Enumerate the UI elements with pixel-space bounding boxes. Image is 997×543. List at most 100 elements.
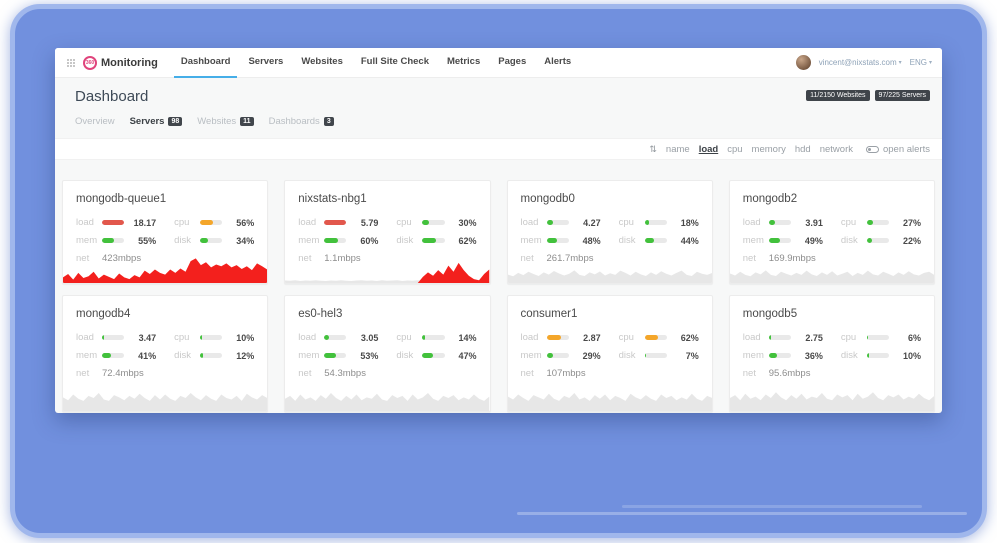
decorative-streak bbox=[517, 512, 967, 515]
sparkline-chart bbox=[730, 255, 934, 283]
tab-label: Overview bbox=[75, 116, 115, 127]
server-card-consumer1[interactable]: consumer1load2.87cpu62%mem29%disk7%net10… bbox=[507, 295, 713, 412]
server-name: mongodb4 bbox=[76, 308, 254, 320]
metric-bar-track bbox=[422, 335, 444, 340]
metric-bar-track bbox=[547, 335, 569, 340]
sort-option-hdd[interactable]: hdd bbox=[795, 144, 811, 155]
metric-row: load3.91cpu27% bbox=[743, 217, 921, 228]
language-label: ENG bbox=[910, 58, 927, 67]
metric-value-load: 3.47 bbox=[131, 333, 156, 343]
metric-value-mem: 41% bbox=[131, 351, 156, 361]
server-card-mongodb-queue1[interactable]: mongodb-queue1 load18.17cpu56% mem55%disk3… bbox=[62, 180, 268, 284]
nav-item-pages[interactable]: Pages bbox=[489, 48, 535, 78]
metric-label-load: load bbox=[76, 332, 102, 343]
nav-item-servers[interactable]: Servers bbox=[239, 48, 292, 78]
metric-label-mem: mem bbox=[521, 235, 547, 246]
metric-label-cpu: cpu bbox=[619, 217, 645, 228]
sort-option-load[interactable]: load bbox=[699, 144, 719, 155]
metric-value-disk: 62% bbox=[452, 236, 477, 246]
metric-bar-track bbox=[769, 353, 791, 358]
metric-bar-fill bbox=[645, 335, 659, 340]
metric-bar-track bbox=[867, 238, 889, 243]
metric-bar-fill bbox=[547, 335, 562, 340]
open-alerts-toggle[interactable]: open alerts bbox=[866, 144, 930, 155]
logo[interactable]: 360 Monitoring bbox=[83, 56, 158, 70]
metric-disk: disk7% bbox=[619, 350, 699, 361]
nav-item-metrics[interactable]: Metrics bbox=[438, 48, 489, 78]
sort-arrows-icon[interactable]: ⇅ bbox=[649, 144, 657, 155]
server-card-mongodb2[interactable]: mongodb2load3.91cpu27%mem49%disk22%net16… bbox=[729, 180, 935, 284]
metric-value-cpu: 56% bbox=[229, 218, 254, 228]
server-name: consumer1 bbox=[521, 308, 699, 320]
nav-item-alerts[interactable]: Alerts bbox=[535, 48, 580, 78]
server-name: mongodb-queue1 bbox=[76, 193, 254, 205]
metric-cpu: cpu6% bbox=[841, 332, 921, 343]
metric-value-disk: 10% bbox=[896, 351, 921, 361]
metric-bar-fill bbox=[547, 238, 558, 243]
metric-row: mem55%disk34% bbox=[76, 235, 254, 246]
metric-disk: disk62% bbox=[396, 235, 476, 246]
metric-bar-fill bbox=[547, 353, 553, 358]
server-card-mongodb4[interactable]: mongodb4load3.47cpu10%mem41%disk12%net72… bbox=[62, 295, 268, 412]
server-card-mongodb5[interactable]: mongodb5load2.75cpu6%mem36%disk10%net95.… bbox=[729, 295, 935, 412]
server-card-nixstats-nbg1[interactable]: nixstats-nbg1load5.79cpu30%mem60%disk62%… bbox=[284, 180, 490, 284]
nav-item-websites[interactable]: Websites bbox=[292, 48, 352, 78]
sparkline-chart bbox=[508, 255, 712, 283]
metric-bar-track bbox=[422, 238, 444, 243]
metric-label-disk: disk bbox=[841, 350, 867, 361]
tab-websites[interactable]: Websites11 bbox=[197, 116, 253, 127]
metric-disk: disk44% bbox=[619, 235, 699, 246]
sort-option-name[interactable]: name bbox=[666, 144, 690, 155]
top-nav: 360 Monitoring DashboardServersWebsitesF… bbox=[55, 48, 942, 78]
language-selector[interactable]: ENG ▾ bbox=[910, 58, 932, 67]
metric-bar-track bbox=[102, 353, 124, 358]
app-grid-icon[interactable] bbox=[67, 59, 75, 67]
metric-label-mem: mem bbox=[743, 350, 769, 361]
metric-bar-track bbox=[422, 353, 444, 358]
metric-label-mem: mem bbox=[743, 235, 769, 246]
metric-load: load3.05 bbox=[298, 332, 378, 343]
metric-disk: disk34% bbox=[174, 235, 254, 246]
sort-option-network[interactable]: network bbox=[820, 144, 853, 155]
nav-item-dashboard[interactable]: Dashboard bbox=[172, 48, 240, 78]
metric-value-disk: 7% bbox=[674, 351, 699, 361]
metric-row: mem36%disk10% bbox=[743, 350, 921, 361]
metric-bar-fill bbox=[102, 238, 114, 243]
sort-option-cpu[interactable]: cpu bbox=[727, 144, 742, 155]
metric-bar-track bbox=[769, 238, 791, 243]
metric-load: load2.75 bbox=[743, 332, 823, 343]
logo-360-icon: 360 bbox=[83, 56, 97, 70]
metric-bar-track bbox=[324, 238, 346, 243]
tab-dashboards[interactable]: Dashboards3 bbox=[269, 116, 334, 127]
server-card-mongodb0[interactable]: mongodb0load4.27cpu18%mem48%disk44%net26… bbox=[507, 180, 713, 284]
metric-row: load18.17cpu56% bbox=[76, 217, 254, 228]
metric-value-mem: 29% bbox=[576, 351, 601, 361]
metric-bar-fill bbox=[200, 353, 203, 358]
metric-bar-fill bbox=[769, 335, 771, 340]
metric-value-load: 5.79 bbox=[353, 218, 378, 228]
metric-load: load18.17 bbox=[76, 217, 156, 228]
metric-label-disk: disk bbox=[841, 235, 867, 246]
metric-cpu: cpu10% bbox=[174, 332, 254, 343]
nav-item-full-site-check[interactable]: Full Site Check bbox=[352, 48, 438, 78]
metric-bar-fill bbox=[769, 238, 780, 243]
metric-bar-track bbox=[102, 238, 124, 243]
tab-servers[interactable]: Servers98 bbox=[130, 116, 183, 127]
sort-option-memory[interactable]: memory bbox=[752, 144, 786, 155]
metric-value-cpu: 10% bbox=[229, 333, 254, 343]
websites-count-badge[interactable]: 11/2150 Websites bbox=[806, 90, 869, 101]
tab-overview[interactable]: Overview bbox=[75, 116, 115, 127]
account-email-dropdown[interactable]: vincent@nixstats.com ▾ bbox=[819, 58, 902, 67]
server-card-es0-hel3[interactable]: es0-hel3load3.05cpu14%mem53%disk47%net54… bbox=[284, 295, 490, 412]
stage: 360 Monitoring DashboardServersWebsitesF… bbox=[0, 0, 997, 543]
metric-mem: mem48% bbox=[521, 235, 601, 246]
metric-disk: disk 10% bbox=[841, 350, 921, 361]
tab-count-badge: 11 bbox=[240, 117, 253, 126]
avatar[interactable] bbox=[796, 55, 811, 70]
metric-value-load: 18.17 bbox=[131, 218, 156, 228]
servers-count-badge[interactable]: 97/225 Servers bbox=[875, 90, 930, 101]
metric-label-cpu: cpu bbox=[619, 332, 645, 343]
metric-bar-fill bbox=[769, 220, 775, 225]
metric-value-mem: 53% bbox=[353, 351, 378, 361]
metric-row: mem53%disk47% bbox=[298, 350, 476, 361]
